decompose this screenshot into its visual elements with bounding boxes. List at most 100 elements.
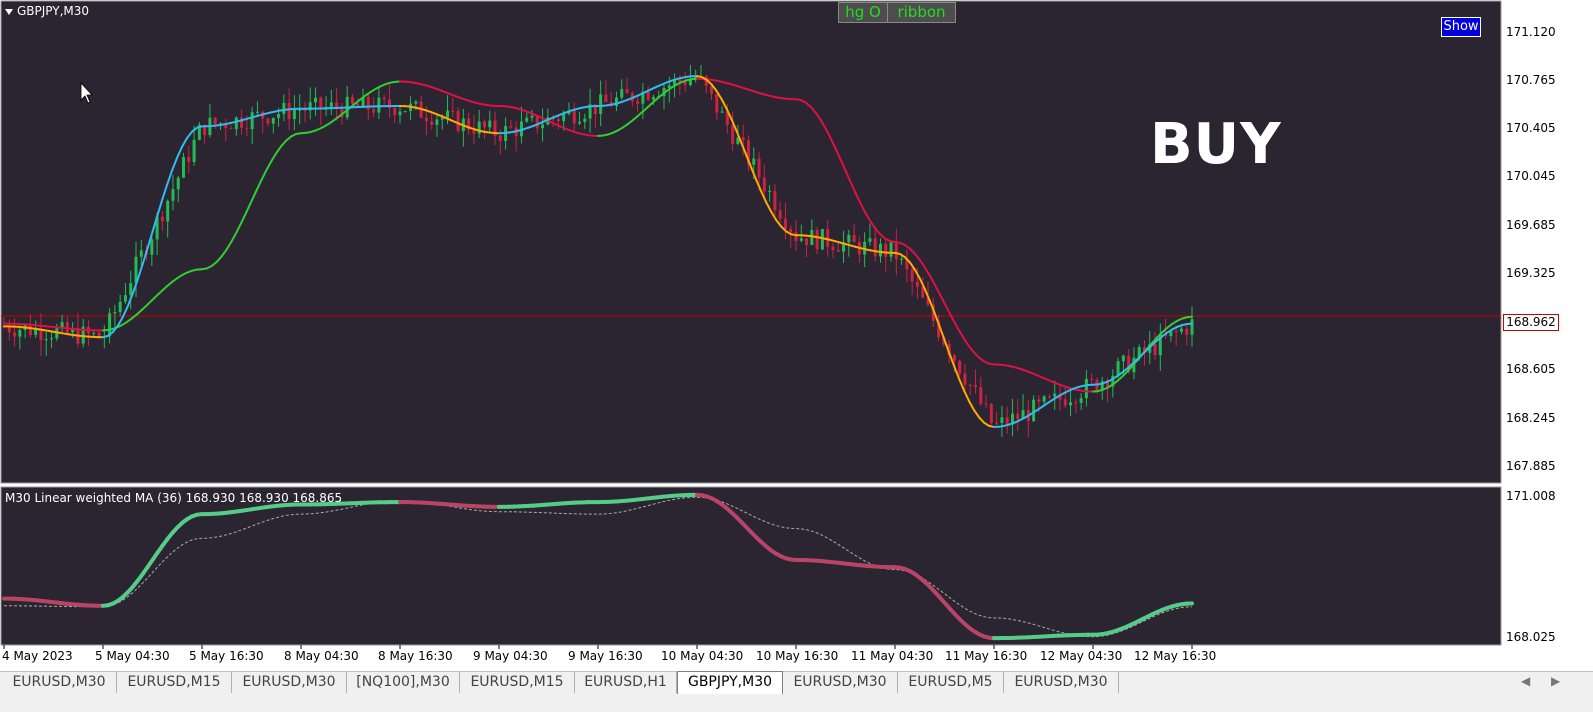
candle-body <box>715 93 719 113</box>
candle-body <box>65 322 69 333</box>
candle-body <box>963 373 967 385</box>
candle-body <box>620 89 624 98</box>
candle-body <box>255 111 259 113</box>
candle-body <box>482 121 486 128</box>
price-axis-label: 168.605 <box>1506 362 1556 376</box>
candle-body <box>604 94 608 103</box>
candle-body <box>192 139 196 163</box>
candle-body <box>1185 328 1189 335</box>
candle-body <box>393 108 397 116</box>
scroll-right-icon[interactable]: ▶ <box>1551 674 1560 688</box>
candle-body <box>287 102 291 120</box>
scroll-left-icon[interactable]: ◀ <box>1521 674 1530 688</box>
candle-body <box>646 91 650 100</box>
time-axis-label: 5 May 04:30 <box>95 649 170 663</box>
candle-body <box>1037 399 1041 402</box>
candle-body <box>984 403 988 405</box>
time-axis-label: 4 May 2023 <box>2 649 73 663</box>
candle-body <box>176 177 180 190</box>
candle-body <box>50 338 54 340</box>
candle-body <box>303 109 307 111</box>
candle-body <box>451 110 455 112</box>
ribbon-button[interactable]: ribbon <box>887 2 956 23</box>
candle-body <box>329 102 333 107</box>
tab-eurusd-m30[interactable]: EURUSD,M30 <box>232 672 347 693</box>
price-axis-label: 168.245 <box>1506 411 1556 425</box>
candle-body <box>847 234 851 243</box>
candle-body <box>578 121 582 124</box>
candle-body <box>377 97 381 113</box>
tab-eurusd-m30[interactable]: EURUSD,M30 <box>783 672 898 693</box>
candle-body <box>889 242 893 257</box>
candle-body <box>160 216 164 222</box>
candle-body <box>599 94 603 114</box>
candle-body <box>245 127 249 130</box>
candle-body <box>878 243 882 257</box>
candle-body <box>757 158 761 178</box>
time-axis-label: 12 May 16:30 <box>1134 649 1217 663</box>
candle-body <box>1153 343 1157 356</box>
candle-body <box>18 330 22 337</box>
candle-body <box>974 384 978 388</box>
tab-eurusd-h1[interactable]: EURUSD,H1 <box>575 672 677 693</box>
main-chart-area[interactable] <box>0 0 1502 484</box>
tab-eurusd-m15[interactable]: EURUSD,M15 <box>117 672 232 693</box>
candle-body <box>44 339 48 341</box>
candle-body <box>234 117 238 130</box>
candle-body <box>541 124 545 129</box>
price-axis-label: 170.765 <box>1506 73 1556 87</box>
symbol-title[interactable]: GBPJPY,M30 <box>5 4 89 18</box>
hg-o-button[interactable]: hg O <box>838 2 888 23</box>
candle-body <box>403 111 407 113</box>
indicator-axis-label: 168.025 <box>1506 630 1556 644</box>
time-axis-label: 8 May 04:30 <box>284 649 359 663</box>
candle-body <box>831 246 835 251</box>
candle-body <box>456 110 460 131</box>
candle-body <box>292 109 296 120</box>
candle-body <box>213 117 217 125</box>
candle-body <box>298 109 302 111</box>
candle-body <box>530 115 534 118</box>
indicator-chart-area[interactable] <box>0 486 1502 646</box>
candle-body <box>884 243 888 257</box>
candle-body <box>989 404 993 423</box>
candle-body <box>625 89 629 94</box>
candle-body <box>166 200 170 222</box>
candle-body <box>382 97 386 100</box>
chart-canvas <box>0 0 1593 712</box>
tab-eurusd-m30[interactable]: EURUSD,M30 <box>1004 672 1119 693</box>
candle-body <box>150 239 154 255</box>
candle-body <box>562 113 566 122</box>
buy-signal-label: BUY <box>1150 112 1282 177</box>
tab-nq100-m30[interactable]: [NQ100],M30 <box>347 672 460 693</box>
candle-body <box>810 230 814 246</box>
time-axis-label: 11 May 16:30 <box>945 649 1028 663</box>
candle-body <box>894 242 898 260</box>
candle-body <box>414 101 418 104</box>
candle-body <box>477 121 481 134</box>
candle-body <box>1000 417 1004 423</box>
candle-body <box>1042 396 1046 402</box>
candle-body <box>1079 398 1083 403</box>
show-button[interactable]: Show <box>1441 17 1481 37</box>
tab-eurusd-m5[interactable]: EURUSD,M5 <box>898 672 1004 693</box>
candle-body <box>762 177 766 192</box>
candle-body <box>139 250 143 257</box>
candle-body <box>182 157 186 178</box>
tab-eurusd-m15[interactable]: EURUSD,M15 <box>460 672 575 693</box>
tab-eurusd-m30[interactable]: EURUSD,M30 <box>2 672 117 693</box>
candle-body <box>446 110 450 118</box>
current-price-label: 168.962 <box>1503 314 1559 331</box>
chart-tab-bar: EURUSD,M30 EURUSD,M15 EURUSD,M30 [NQ100]… <box>0 671 1593 695</box>
tab-gbpjpy-m30[interactable]: GBPJPY,M30 <box>677 671 783 695</box>
candle-body <box>1116 361 1120 376</box>
dropdown-triangle-icon <box>5 8 13 15</box>
candle-body <box>852 234 856 242</box>
candle-body <box>768 190 772 192</box>
indicator-axis-label: 171.008 <box>1506 489 1556 503</box>
candle-body <box>398 111 402 116</box>
candle-body <box>799 238 803 241</box>
candle-body <box>171 189 175 201</box>
candle-body <box>995 422 999 424</box>
candle-body <box>979 387 983 404</box>
